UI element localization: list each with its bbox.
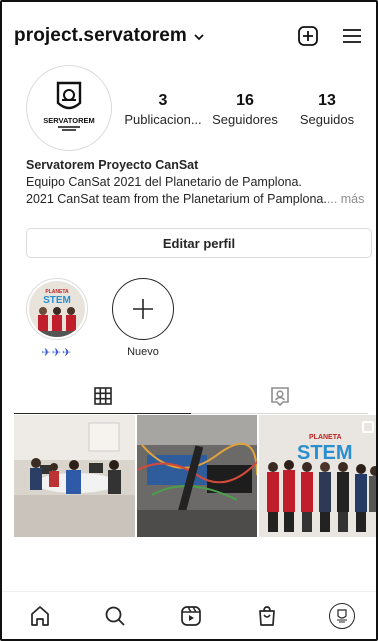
stat-posts[interactable]: 3 Publicacion... xyxy=(122,92,204,127)
tagged-icon xyxy=(270,387,289,407)
post-thumbnail[interactable] xyxy=(136,415,258,537)
new-highlight-circle xyxy=(112,278,174,340)
bottom-nav xyxy=(2,591,376,639)
stat-following[interactable]: 13 Seguidos xyxy=(286,92,368,127)
profile-avatar-tab[interactable] xyxy=(326,600,358,632)
svg-text:STEM: STEM xyxy=(297,442,353,464)
profile-header: project.servatorem xyxy=(14,22,364,50)
highlight-label: ✈✈✈ xyxy=(41,347,73,359)
reels-icon[interactable] xyxy=(175,600,207,632)
profile-bio: Servatorem Proyecto CanSat Equipo CanSat… xyxy=(26,157,366,208)
svg-text:PLANETA: PLANETA xyxy=(309,434,342,441)
menu-icon[interactable] xyxy=(340,24,364,48)
shop-icon[interactable] xyxy=(251,600,283,632)
multi-image-icon xyxy=(362,421,375,433)
svg-text:STEM: STEM xyxy=(43,295,71,306)
app-frame: project.servatorem SERVATOREM 3 Publicac… xyxy=(0,0,378,641)
grid-icon xyxy=(93,386,112,405)
tab-posts[interactable] xyxy=(14,378,191,414)
new-highlight-label: Nuevo xyxy=(127,346,159,358)
bio-more-link[interactable]: ... más xyxy=(327,192,365,206)
new-highlight[interactable]: Nuevo xyxy=(110,278,176,359)
bio-name: Servatorem Proyecto CanSat xyxy=(26,158,199,172)
svg-text:SERVATOREM: SERVATOREM xyxy=(43,116,95,125)
highlight-item[interactable]: PLANETA STEM ✈✈✈ xyxy=(24,278,90,359)
stat-followers[interactable]: 16 Seguidores xyxy=(204,92,286,127)
post-thumbnail[interactable]: PLANETA STEM xyxy=(259,415,376,537)
profile-avatar-icon xyxy=(329,602,356,629)
plus-icon xyxy=(133,299,153,319)
username-switcher[interactable]: project.servatorem xyxy=(14,25,187,47)
tab-tagged[interactable] xyxy=(191,378,368,414)
edit-profile-button[interactable]: Editar perfil xyxy=(26,228,372,258)
search-icon[interactable] xyxy=(99,600,131,632)
chevron-down-icon[interactable] xyxy=(193,30,205,42)
home-icon[interactable] xyxy=(24,600,56,632)
profile-avatar[interactable]: SERVATOREM xyxy=(26,65,112,151)
post-thumbnail[interactable] xyxy=(14,415,135,537)
profile-stats: 3 Publicacion... 16 Seguidores 13 Seguid… xyxy=(122,92,368,127)
new-post-icon[interactable] xyxy=(296,24,320,48)
bio-line-1: Equipo CanSat 2021 del Planetario de Pam… xyxy=(26,175,302,189)
posts-grid: PLANETA STEM xyxy=(14,415,376,537)
highlight-cover: PLANETA STEM xyxy=(26,278,88,340)
servatorem-logo: SERVATOREM xyxy=(35,74,103,142)
story-highlights: PLANETA STEM ✈✈✈ Nuevo xyxy=(24,278,176,359)
profile-tabs xyxy=(14,378,368,414)
bio-line-2: 2021 CanSat team from the Planetarium of… xyxy=(26,192,365,206)
